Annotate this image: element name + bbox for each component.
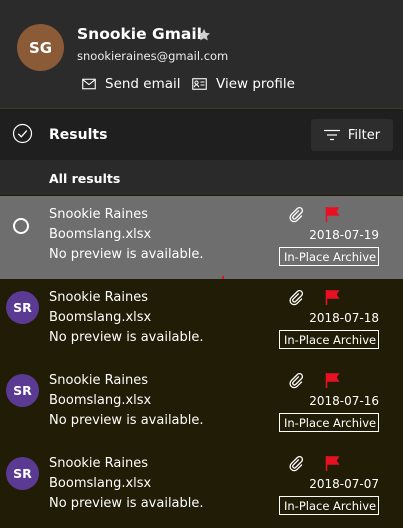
preview-text: No preview is available. bbox=[49, 413, 204, 428]
subject: Boomslang.xlsx bbox=[49, 310, 152, 325]
preview-text: No preview is available. bbox=[49, 496, 204, 511]
mail-icon bbox=[82, 78, 96, 90]
preview-text: No preview is available. bbox=[49, 330, 204, 345]
view-profile-label: View profile bbox=[216, 76, 295, 92]
date: 2018-07-16 bbox=[309, 394, 379, 408]
contact-card-icon bbox=[192, 78, 207, 90]
date: 2018-07-19 bbox=[309, 228, 379, 242]
sender-avatar: SR bbox=[6, 457, 39, 490]
filter-button[interactable]: Filter bbox=[311, 119, 393, 151]
filter-lines-icon bbox=[323, 129, 340, 141]
result-row[interactable]: SR Snookie Raines Boomslang.xlsx No prev… bbox=[0, 362, 403, 445]
all-results-section: All results bbox=[0, 160, 403, 195]
check-circle-icon[interactable] bbox=[12, 123, 33, 148]
folder-badge: In-Place Archive bbox=[279, 330, 379, 349]
paperclip-icon bbox=[288, 289, 304, 310]
results-title: Results bbox=[49, 127, 108, 143]
sender-name: Snookie Raines bbox=[49, 290, 149, 305]
paperclip-icon bbox=[288, 455, 304, 476]
preview-text: No preview is available. bbox=[49, 247, 204, 262]
sender-avatar: SR bbox=[6, 374, 39, 407]
date: 2018-07-07 bbox=[309, 477, 379, 491]
paperclip-icon bbox=[288, 206, 304, 227]
star-icon[interactable] bbox=[197, 27, 211, 46]
sender-name: Snookie Raines bbox=[49, 373, 149, 388]
contact-name: Snookie Gmail bbox=[77, 25, 202, 43]
section-label: All results bbox=[49, 171, 121, 186]
result-row[interactable]: Snookie Raines Boomslang.xlsx No preview… bbox=[0, 196, 403, 279]
send-email-label: Send email bbox=[105, 76, 181, 92]
results-header: Results Filter bbox=[0, 110, 403, 160]
filter-label: Filter bbox=[347, 127, 381, 143]
result-row[interactable]: SR Snookie Raines Boomslang.xlsx No prev… bbox=[0, 445, 403, 528]
sender-name: Snookie Raines bbox=[49, 207, 149, 222]
view-profile-button[interactable]: View profile bbox=[192, 76, 295, 92]
folder-badge: In-Place Archive bbox=[279, 496, 379, 515]
folder-badge: In-Place Archive bbox=[279, 247, 379, 266]
folder-badge: In-Place Archive bbox=[279, 413, 379, 432]
send-email-button[interactable]: Send email bbox=[82, 76, 181, 92]
subject: Boomslang.xlsx bbox=[49, 227, 152, 242]
flag-icon[interactable] bbox=[324, 206, 342, 227]
contact-email: snookieraines@gmail.com bbox=[77, 49, 229, 63]
subject: Boomslang.xlsx bbox=[49, 476, 152, 491]
contact-card: SG Snookie Gmail snookieraines@gmail.com… bbox=[0, 0, 403, 109]
contact-avatar[interactable]: SG bbox=[17, 24, 64, 71]
select-radio[interactable] bbox=[13, 218, 29, 234]
flag-icon[interactable] bbox=[324, 455, 342, 476]
paperclip-icon bbox=[288, 372, 304, 393]
sender-name: Snookie Raines bbox=[49, 456, 149, 471]
subject: Boomslang.xlsx bbox=[49, 393, 152, 408]
sender-avatar: SR bbox=[6, 291, 39, 324]
result-row[interactable]: SR Snookie Raines Boomslang.xlsx No prev… bbox=[0, 279, 403, 362]
flag-icon[interactable] bbox=[324, 289, 342, 310]
date: 2018-07-18 bbox=[309, 311, 379, 325]
flag-icon[interactable] bbox=[324, 372, 342, 393]
